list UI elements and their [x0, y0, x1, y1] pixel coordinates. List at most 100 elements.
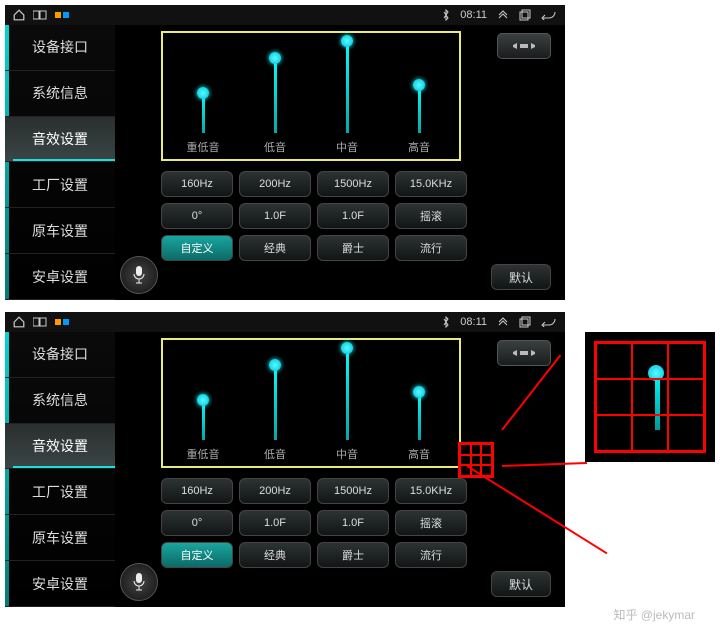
status-dots-icon: [55, 319, 69, 325]
layers-icon[interactable]: [519, 316, 531, 328]
preset-jazz-button[interactable]: 爵士: [317, 542, 389, 568]
default-button[interactable]: 默认: [491, 571, 551, 597]
eq-slider-label: 低音: [264, 139, 286, 155]
preset-pop-button[interactable]: 流行: [395, 542, 467, 568]
home-icon[interactable]: [13, 9, 25, 21]
preset-pop-button[interactable]: 流行: [395, 235, 467, 261]
sidebar-item-audio[interactable]: 音效设置: [5, 424, 115, 470]
preset-custom-button[interactable]: 自定义: [161, 542, 233, 568]
eq-slider-bass[interactable]: 低音: [245, 346, 305, 462]
annotation-grid-large: [594, 341, 706, 453]
sidebar-item-device[interactable]: 设备接口: [5, 25, 115, 71]
windows-icon[interactable]: [33, 317, 47, 327]
sidebar: 设备接口 系统信息 音效设置 工厂设置 原车设置 安卓设置: [5, 25, 115, 300]
status-bar: 08:11: [5, 312, 565, 332]
eq-slider-label: 高音: [408, 139, 430, 155]
q-button-1[interactable]: 0°: [161, 203, 233, 229]
freq-button-4[interactable]: 15.0KHz: [395, 171, 467, 197]
sidebar-item-label: 系统信息: [32, 83, 88, 103]
eq-slider-bass[interactable]: 低音: [245, 39, 305, 155]
eq-slider-treble[interactable]: 高音: [389, 39, 449, 155]
eq-slider-label: 中音: [336, 139, 358, 155]
back-icon[interactable]: [541, 317, 557, 327]
preset-classic-button[interactable]: 经典: [239, 542, 311, 568]
screenshot-2-annotated: 08:11 设备接口 系统信息 音效设置 工厂设置 原车设置 安卓设置: [5, 312, 715, 627]
sidebar-item-label: 音效设置: [32, 436, 88, 456]
freq-button-4[interactable]: 15.0KHz: [395, 478, 467, 504]
chevron-up-icon[interactable]: [497, 317, 509, 327]
freq-button-2[interactable]: 200Hz: [239, 478, 311, 504]
sidebar-item-label: 安卓设置: [32, 574, 88, 594]
sidebar: 设备接口 系统信息 音效设置 工厂设置 原车设置 安卓设置: [5, 332, 115, 607]
eq-slider-label: 低音: [264, 446, 286, 462]
sidebar-item-sysinfo[interactable]: 系统信息: [5, 71, 115, 117]
status-bar: 08:11: [5, 5, 565, 25]
sidebar-item-label: 工厂设置: [32, 482, 88, 502]
sidebar-item-label: 安卓设置: [32, 267, 88, 287]
screenshot-1: 08:11 设备接口 系统信息 音效设置 工厂设置 原车设置 安卓设置: [5, 5, 565, 300]
sidebar-item-label: 设备接口: [32, 37, 88, 57]
q-button-2b[interactable]: 1.0F: [317, 510, 389, 536]
windows-icon[interactable]: [33, 10, 47, 20]
preset-custom-button[interactable]: 自定义: [161, 235, 233, 261]
eq-slider-label: 重低音: [187, 139, 220, 155]
eq-slider-mid[interactable]: 中音: [317, 39, 377, 155]
sidebar-item-label: 音效设置: [32, 129, 88, 149]
freq-button-3[interactable]: 1500Hz: [317, 171, 389, 197]
eq-slider-subbass[interactable]: 重低音: [173, 39, 233, 155]
annotation-zoom-panel: [585, 332, 715, 462]
eq-slider-label: 重低音: [187, 446, 220, 462]
freq-button-3[interactable]: 1500Hz: [317, 478, 389, 504]
sidebar-item-audio[interactable]: 音效设置: [5, 117, 115, 163]
q-button-2[interactable]: 1.0F: [239, 510, 311, 536]
sidebar-item-sysinfo[interactable]: 系统信息: [5, 378, 115, 424]
layers-icon[interactable]: [519, 9, 531, 21]
equalizer-box: 重低音 低音 中音 高音: [161, 338, 461, 468]
q-button-1[interactable]: 0°: [161, 510, 233, 536]
audio-settings-panel: 重低音 低音 中音 高音 160Hz 200Hz 1500Hz 15.0KHz …: [115, 332, 565, 607]
eq-slider-mid[interactable]: 中音: [317, 346, 377, 462]
sidebar-item-car[interactable]: 原车设置: [5, 515, 115, 561]
parameter-button-grid: 160Hz 200Hz 1500Hz 15.0KHz 0° 1.0F 1.0F …: [161, 478, 555, 568]
equalizer-box: 重低音 低音 中音 高音: [161, 31, 461, 161]
sidebar-item-label: 原车设置: [32, 221, 88, 241]
q-button-rock[interactable]: 摇滚: [395, 510, 467, 536]
watermark-text: 知乎 @jekymar: [613, 606, 695, 623]
sidebar-item-label: 系统信息: [32, 390, 88, 410]
back-icon[interactable]: [541, 10, 557, 20]
eq-slider-label: 高音: [408, 446, 430, 462]
eq-slider-treble[interactable]: 高音: [389, 346, 449, 462]
preset-jazz-button[interactable]: 爵士: [317, 235, 389, 261]
q-button-2b[interactable]: 1.0F: [317, 203, 389, 229]
speaker-balance-icon: [511, 346, 537, 360]
sidebar-item-label: 工厂设置: [32, 175, 88, 195]
preset-classic-button[interactable]: 经典: [239, 235, 311, 261]
bluetooth-icon: [442, 9, 450, 21]
sidebar-item-device[interactable]: 设备接口: [5, 332, 115, 378]
status-time: 08:11: [460, 9, 487, 21]
audio-settings-panel: 重低音 低音 中音 高音 160Hz 200Hz 1500Hz: [115, 25, 565, 300]
q-button-2[interactable]: 1.0F: [239, 203, 311, 229]
balance-button[interactable]: [497, 340, 551, 366]
chevron-up-icon[interactable]: [497, 10, 509, 20]
sidebar-item-android[interactable]: 安卓设置: [5, 561, 115, 607]
freq-button-1[interactable]: 160Hz: [161, 171, 233, 197]
sidebar-item-label: 设备接口: [32, 344, 88, 364]
home-icon[interactable]: [13, 316, 25, 328]
sidebar-item-car[interactable]: 原车设置: [5, 208, 115, 254]
sidebar-item-label: 原车设置: [32, 528, 88, 548]
sidebar-item-factory[interactable]: 工厂设置: [5, 469, 115, 515]
eq-slider-label: 中音: [336, 446, 358, 462]
eq-slider-subbass[interactable]: 重低音: [173, 346, 233, 462]
status-time: 08:11: [460, 316, 487, 328]
freq-button-1[interactable]: 160Hz: [161, 478, 233, 504]
default-button[interactable]: 默认: [491, 264, 551, 290]
balance-button[interactable]: [497, 33, 551, 59]
sidebar-item-factory[interactable]: 工厂设置: [5, 162, 115, 208]
parameter-button-grid: 160Hz 200Hz 1500Hz 15.0KHz 0° 1.0F 1.0F …: [161, 171, 555, 261]
freq-button-2[interactable]: 200Hz: [239, 171, 311, 197]
status-dots-icon: [55, 12, 69, 18]
speaker-balance-icon: [511, 39, 537, 53]
sidebar-item-android[interactable]: 安卓设置: [5, 254, 115, 300]
q-button-rock[interactable]: 摇滚: [395, 203, 467, 229]
